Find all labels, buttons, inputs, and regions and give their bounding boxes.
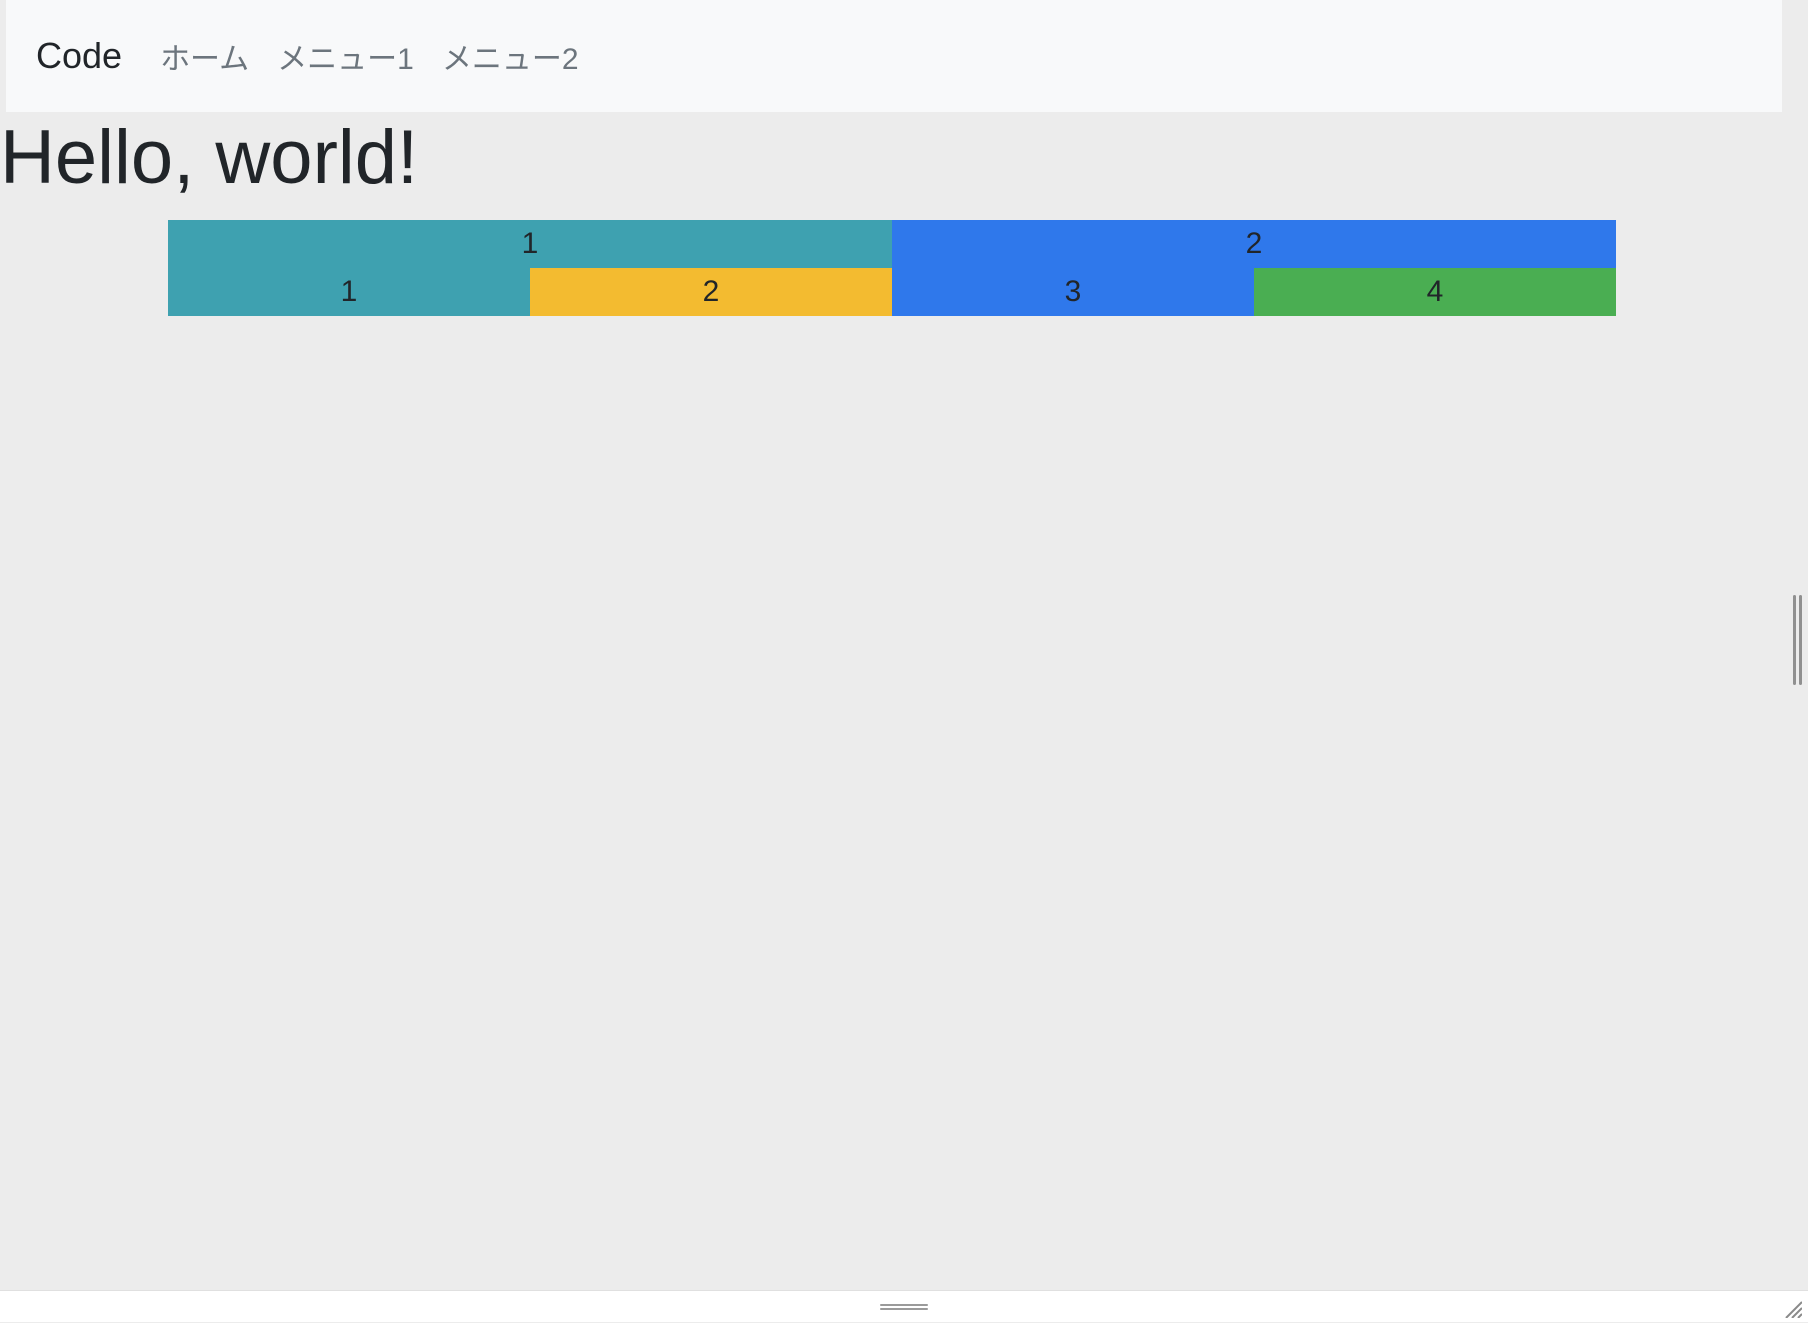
grid-row-2: 1 2 3 4 [168, 268, 1616, 316]
navbar: Code ホーム メニュー1 メニュー2 [6, 0, 1782, 112]
grid-cell-r2c3: 3 [892, 268, 1254, 316]
footer-bar [0, 1290, 1808, 1322]
grid-cell-r2c4: 4 [1254, 268, 1616, 316]
navbar-brand[interactable]: Code [36, 35, 122, 77]
nav-link-menu2[interactable]: メニュー2 [442, 34, 579, 78]
navbar-links: ホーム メニュー1 メニュー2 [160, 34, 578, 78]
grid-cell-r2c2: 2 [530, 268, 892, 316]
nav-link-home[interactable]: ホーム [160, 34, 249, 78]
grid-cell-r1c2: 2 [892, 220, 1616, 268]
page-title: Hello, world! [0, 116, 1782, 200]
nav-link-menu1[interactable]: メニュー1 [277, 34, 414, 78]
vertical-scrollbar[interactable] [1788, 595, 1808, 685]
grid-cell-r1c1: 1 [168, 220, 892, 268]
resize-grip-icon[interactable] [1782, 1298, 1802, 1318]
grid-cell-r2c1: 1 [168, 268, 530, 316]
page-viewport: Code ホーム メニュー1 メニュー2 Hello, world! 1 2 1… [6, 0, 1782, 1275]
grid-row-1: 1 2 [168, 220, 1616, 268]
grid-container: 1 2 1 2 3 4 [168, 220, 1616, 316]
drag-handle-icon[interactable] [880, 1304, 928, 1310]
